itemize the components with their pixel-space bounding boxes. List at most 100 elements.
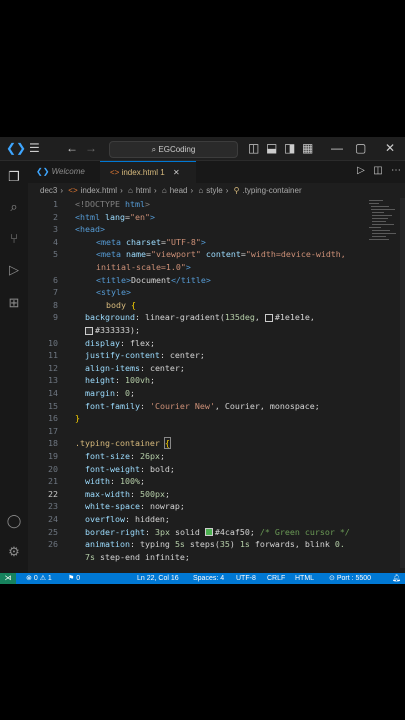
run-icon[interactable]: ▷	[357, 165, 365, 176]
breadcrumb-item[interactable]: style	[206, 186, 222, 195]
line-number: 6	[53, 274, 58, 285]
code-token: : hidden;	[124, 514, 170, 524]
split-editor-icon[interactable]: ◫	[373, 165, 382, 176]
breadcrumb-item[interactable]: head	[170, 186, 188, 195]
search-icon[interactable]: ⌕	[6, 199, 22, 215]
code-token: >	[144, 199, 150, 209]
code-token: 3px	[154, 526, 170, 537]
color-swatch[interactable]	[204, 528, 213, 537]
line-number: 11	[48, 350, 58, 361]
code-token: 0.	[334, 539, 345, 550]
breadcrumb-item[interactable]: dec3	[40, 186, 57, 195]
notifications-icon[interactable]: 🔔︎	[392, 573, 401, 584]
code-token: >	[185, 262, 191, 272]
breadcrumb-item[interactable]: index.html	[81, 186, 117, 195]
code-token: : center;	[139, 362, 185, 373]
line-number: 23	[48, 501, 58, 512]
vscode-tab-icon: ❮❯	[36, 167, 50, 176]
command-search-input[interactable]: ⌕ EGCoding	[109, 141, 238, 158]
line-number: 15	[48, 400, 58, 411]
line-number: 24	[48, 514, 58, 524]
line-number: 12	[48, 362, 58, 373]
code-token: :	[129, 451, 140, 461]
code-token: : linear-gradient(	[134, 312, 225, 323]
element-icon: ⌂	[127, 186, 133, 195]
breadcrumb-item[interactable]: .typing-container	[242, 186, 301, 195]
code-token: "width=device-width,	[245, 249, 346, 260]
toggle-panel-icon[interactable]: ⬓	[266, 141, 277, 155]
code-token: 'Courier New'	[149, 400, 215, 411]
code-token: "viewport"	[150, 249, 201, 260]
code-token: :	[144, 526, 155, 537]
maximize-icon[interactable]: ▢	[355, 141, 366, 155]
code-token: solid	[169, 526, 205, 537]
error-count: 0	[33, 575, 38, 582]
close-tab-icon[interactable]: ✕	[173, 168, 180, 177]
extensions-icon[interactable]: ⊞	[6, 295, 22, 311]
line-number: 18	[48, 438, 58, 449]
tab-index-html[interactable]: <> index.html 1 ✕	[100, 161, 196, 184]
forward-arrow-icon[interactable]: →	[85, 141, 97, 155]
code-token: <meta	[96, 236, 126, 247]
accounts-icon[interactable]: ◯	[6, 513, 22, 529]
code-token: 7s	[85, 551, 95, 562]
customize-layout-icon[interactable]: ▦	[302, 141, 313, 155]
toggle-primary-sidebar-icon[interactable]: ◫	[248, 141, 259, 155]
indentation[interactable]: Spaces: 4	[193, 573, 224, 584]
chevron-right-icon: ›	[120, 186, 123, 195]
minimap-line	[372, 218, 388, 219]
port-label: Port : 5500	[336, 575, 372, 582]
code-token: }	[75, 413, 80, 424]
close-window-icon[interactable]: ✕	[385, 141, 395, 155]
code-token: :	[114, 375, 125, 386]
line-number: 19	[48, 451, 58, 461]
color-swatch[interactable]	[264, 313, 273, 322]
end-of-line[interactable]: CRLF	[267, 573, 285, 584]
code-token: <title>	[96, 274, 131, 285]
settings-gear-icon[interactable]: ⚙	[6, 544, 22, 560]
toggle-secondary-sidebar-icon[interactable]: ◨	[284, 141, 295, 155]
code-token: <html	[75, 211, 105, 222]
code-token: animation	[85, 539, 130, 550]
menu-icon[interactable]: ☰	[29, 141, 40, 155]
language-mode[interactable]: HTML	[295, 573, 314, 584]
code-token: lang	[104, 211, 125, 222]
chevron-right-icon: ›	[190, 186, 194, 195]
line-number: 13	[48, 375, 58, 386]
vertical-scrollbar[interactable]	[400, 198, 405, 568]
code-token: content	[200, 249, 241, 260]
back-arrow-icon[interactable]: ←	[66, 141, 78, 155]
code-token: , Courier, monospace;	[214, 400, 320, 411]
minimap-line	[371, 206, 389, 207]
code-token: ,	[309, 312, 315, 323]
explorer-icon[interactable]: ❐	[6, 169, 22, 185]
breadcrumb-item[interactable]: html	[136, 186, 151, 195]
code-token: :	[109, 476, 120, 487]
tab-welcome[interactable]: ❮❯ Welcome	[28, 161, 98, 183]
problems-indicator[interactable]: ⊗ 0 ⚠ 1	[26, 573, 52, 584]
code-token: ;	[149, 375, 155, 386]
line-number: 26	[48, 539, 58, 550]
code-token: .typing-container	[75, 438, 165, 449]
code-token: font-size	[85, 451, 130, 461]
encoding[interactable]: UTF-8	[236, 573, 256, 584]
more-actions-icon[interactable]: ⋯	[391, 165, 401, 176]
live-server-port[interactable]: ⊙ Port : 5500	[329, 573, 371, 584]
color-swatch[interactable]	[85, 326, 93, 335]
ports-indicator[interactable]: ⚑ 0	[68, 573, 80, 584]
cursor-position[interactable]: Ln 22, Col 16	[137, 573, 179, 584]
line-number: 5	[53, 249, 58, 260]
search-label: EGCoding	[158, 145, 196, 154]
code-editor[interactable]: 1 <!DOCTYPE html> 2 <html lang="en"> 3 <hea…	[28, 198, 405, 568]
ports-count: 0	[76, 575, 81, 582]
code-token: justify-content	[85, 350, 160, 361]
chevron-right-icon: ›	[60, 186, 64, 195]
ports-icon: ⚑	[68, 575, 75, 582]
run-debug-icon[interactable]: ▷	[6, 262, 22, 278]
remote-indicator-icon[interactable]: ⋊	[0, 573, 16, 584]
selector-icon: ⚲	[233, 186, 240, 195]
minimize-icon[interactable]: —	[331, 141, 343, 155]
minimap[interactable]	[369, 198, 399, 278]
source-control-icon[interactable]: ⑂	[6, 231, 22, 247]
line-number: 10	[48, 337, 58, 348]
